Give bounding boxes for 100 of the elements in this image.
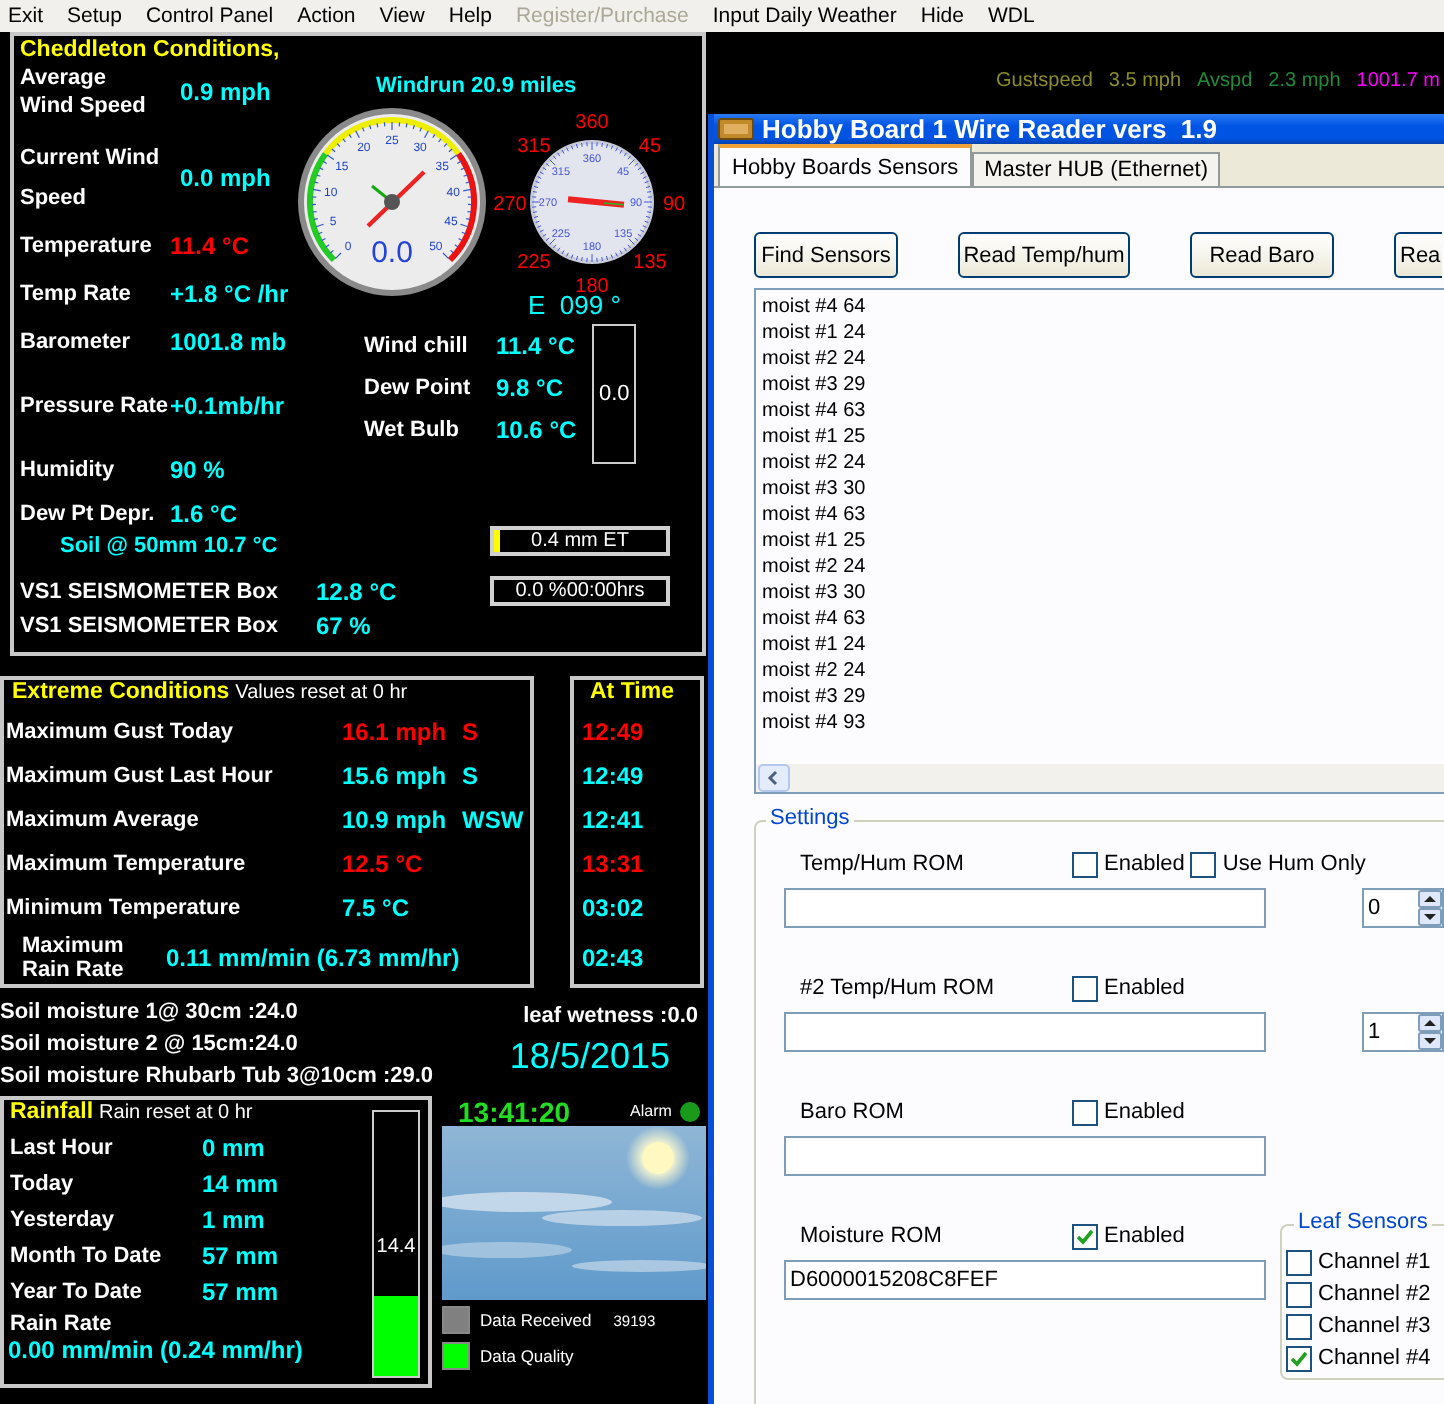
ticker-text: Gustspeed (996, 70, 1093, 92)
scrollbar[interactable] (756, 764, 1444, 792)
field-label: Temp/Hum ROM (800, 852, 966, 876)
menu-item[interactable]: View (379, 4, 425, 28)
checkbox[interactable] (1072, 851, 1098, 877)
scroll-left-icon[interactable] (758, 764, 790, 792)
menu-item[interactable]: Hide (920, 4, 964, 28)
log-line: moist #1 24 (762, 632, 868, 658)
action-button[interactable]: Rea (1394, 232, 1442, 278)
menu-item[interactable]: Setup (67, 4, 122, 28)
sunshine-box: 0.0 %00:00hrs (490, 576, 670, 606)
reading-label: Wet Bulb (364, 417, 461, 441)
action-button[interactable]: Read Temp/hum (958, 232, 1130, 278)
menu-item[interactable]: Help (448, 4, 492, 28)
tab[interactable]: Hobby Boards Sensors (718, 144, 973, 186)
log-line: moist #3 29 (762, 372, 868, 398)
gauge-needle (366, 170, 426, 228)
status-label: Data Quality (480, 1346, 574, 1366)
date-text: 18/5/2015 (509, 1036, 670, 1078)
extreme-label: Maximum Rain Rate (20, 934, 126, 982)
rain-rate: 0.00 mm/min (0.24 mm/hr) (6, 1336, 303, 1364)
status-label: Data Received (480, 1310, 592, 1330)
extreme-label: Maximum Gust Last Hour (6, 764, 275, 788)
extreme-label: Minimum Temperature (6, 896, 243, 920)
checkbox[interactable] (1286, 1345, 1312, 1371)
ticker-text: 3.5 mph (1108, 70, 1182, 92)
reset-note: Values reset at 0 hr (235, 682, 408, 704)
wind-direction: S (462, 762, 481, 790)
log-line: moist #2 24 (762, 658, 868, 684)
rain-value: 14 mm (202, 1170, 279, 1198)
input-field[interactable] (784, 1136, 1266, 1176)
reading-label: Barometer (20, 330, 133, 354)
soil-moisture: Soil moisture 2 @ 15cm:24.0 (0, 1030, 300, 1060)
action-button[interactable]: Find Sensors (754, 232, 898, 278)
rain-value: 57 mm (202, 1242, 279, 1270)
checkbox-label: Enabled (1104, 1224, 1185, 1248)
checkbox-label: Channel #3 (1318, 1314, 1431, 1338)
reading-label: Humidity (20, 458, 117, 482)
extreme-label: Maximum Gust Today (6, 720, 235, 744)
rain-label: Year To Date (8, 1280, 144, 1304)
extreme-time: 02:43 (582, 944, 644, 972)
menu-item[interactable]: Input Daily Weather (712, 4, 897, 28)
panel-title: Rainfall (10, 1100, 94, 1124)
reading-label: Temp Rate (20, 282, 133, 306)
spin-box[interactable]: 0 (1362, 888, 1444, 928)
checkbox[interactable] (1072, 1223, 1098, 1249)
compass-label: 45 (638, 136, 662, 158)
window-title: Hobby Board 1 Wire Reader vers 1.9 (762, 114, 1217, 144)
compass-label: 225 (517, 252, 551, 274)
log-line: moist #1 25 (762, 528, 868, 554)
checkbox[interactable] (1286, 1281, 1312, 1307)
checkbox-label: Channel #1 (1318, 1250, 1431, 1274)
leaf-wetness: leaf wetness :0.0 (523, 1004, 698, 1028)
reading-value: 11.4 °C (496, 331, 575, 359)
tab[interactable]: Master HUB (Ethernet) (972, 152, 1220, 186)
reading-value: 12.8 °C (316, 577, 397, 605)
action-button[interactable]: Read Baro (1190, 232, 1334, 278)
reading-value: 11.4 °C (170, 232, 249, 260)
log-line: moist #1 24 (762, 320, 868, 346)
wind-direction: S (462, 718, 481, 746)
reading-label: Pressure Rate (20, 392, 170, 422)
clock-text: 13:41:20 (458, 1095, 571, 1127)
extreme-time: 12:41 (582, 806, 644, 834)
reading-value: +1.8 °C /hr (170, 280, 289, 308)
reading-label: VS1 SEISMOMETER Box (20, 613, 280, 637)
rain-gauge-reading: 14.4 (376, 1236, 416, 1258)
menu-item[interactable]: Control Panel (145, 4, 274, 28)
group-title: Settings (766, 806, 854, 830)
reading-value: 1001.8 mb (170, 328, 287, 356)
reading-label: Wind chill (364, 333, 470, 357)
checkbox[interactable] (1072, 975, 1098, 1001)
checkbox[interactable] (1190, 851, 1217, 877)
checkbox[interactable] (1072, 1099, 1098, 1125)
input-field[interactable] (784, 888, 1266, 928)
spin-box[interactable]: 1 (1362, 1012, 1444, 1052)
direction-needle (567, 196, 625, 208)
field-label: Baro ROM (800, 1100, 906, 1124)
menu-item[interactable]: Action (297, 4, 356, 28)
reading-value: 0.9 mph (180, 78, 271, 106)
rain-label: Today (8, 1172, 76, 1196)
reading-label: VS1 SEISMOMETER Box (20, 579, 280, 603)
ticker-text: 2.3 mph (1268, 70, 1341, 92)
menu-item[interactable]: Exit (8, 4, 44, 28)
wind-direction: WSW (462, 806, 526, 834)
spin-arrows-icon[interactable] (1418, 890, 1442, 926)
input-field[interactable]: D6000015208C8FEF (784, 1260, 1266, 1300)
log-line: moist #4 63 (762, 502, 868, 528)
compass-label: 90 (662, 194, 686, 216)
soil-moisture: Soil moisture 1@ 30cm :24.0 (0, 998, 300, 1028)
reading-value: 9.8 °C (496, 373, 563, 401)
reading-value: +0.1mb/hr (170, 392, 285, 420)
menu-item[interactable]: WDL (987, 4, 1035, 28)
input-field[interactable] (784, 1012, 1266, 1052)
ticker-text: 1001.7 m (1356, 70, 1440, 92)
checkbox[interactable] (1286, 1313, 1312, 1339)
checkbox-label: Channel #4 (1318, 1346, 1431, 1370)
checkbox[interactable] (1286, 1249, 1312, 1275)
log-line: moist #3 29 (762, 684, 868, 710)
spin-arrows-icon[interactable] (1418, 1014, 1442, 1050)
rain-label: Rain Rate (8, 1312, 114, 1336)
